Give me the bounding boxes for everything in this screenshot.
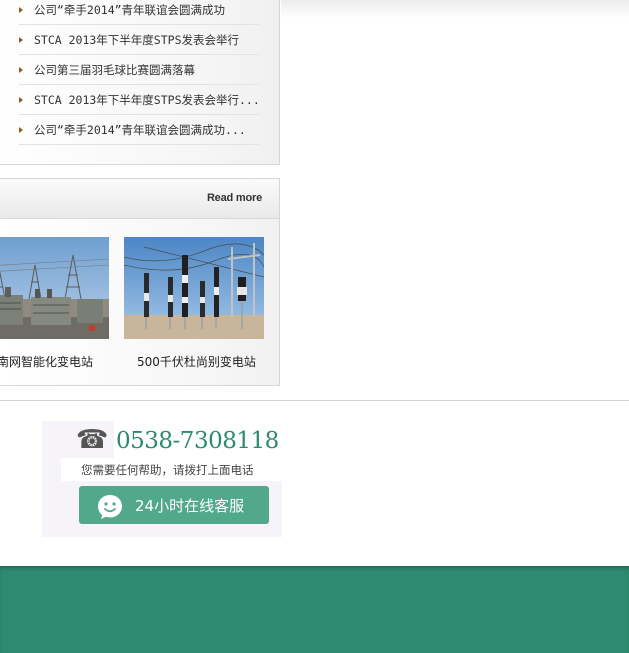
projects-box: Read more 南网智能化变电站 500千伏杜尚别变电站 xyxy=(0,178,280,386)
bullet-arrow-icon xyxy=(19,36,23,43)
help-row: 您需要任何帮助，请拨打上面电话 xyxy=(61,458,282,481)
project-caption[interactable]: 南网智能化变电站 xyxy=(0,353,93,370)
bullet-arrow-icon xyxy=(19,96,23,103)
news-item-title[interactable]: 公司“牵手2014”青年联谊会圆满成功 xyxy=(34,2,225,18)
footer xyxy=(0,566,629,653)
news-item[interactable]: 公司“牵手2014”青年联谊会圆满成功 xyxy=(19,0,259,25)
news-item-title[interactable]: 公司“牵手2014”青年联谊会圆满成功... xyxy=(34,122,246,138)
news-item-title[interactable]: STCA 2013年下半年度STPS发表会举行... xyxy=(34,92,259,108)
news-item[interactable]: STCA 2013年下半年度STPS发表会举行 xyxy=(19,25,259,55)
section-divider xyxy=(0,400,629,401)
online-service-button[interactable]: 24小时在线客服 xyxy=(79,486,269,524)
phone-icon: ☎ xyxy=(76,425,109,455)
substation-insulators-photo xyxy=(124,237,264,339)
help-text: 您需要任何帮助，请拨打上面电话 xyxy=(81,463,254,477)
news-box: 公司“牵手2014”青年联谊会圆满成功 STCA 2013年下半年度STPS发表… xyxy=(0,0,280,165)
bullet-arrow-icon xyxy=(19,126,23,133)
phone-number: 0538-7308118 xyxy=(116,428,279,454)
top-shadow xyxy=(281,0,629,18)
bullet-arrow-icon xyxy=(19,6,23,13)
news-item[interactable]: 公司“牵手2014”青年联谊会圆满成功... xyxy=(19,115,259,145)
bullet-arrow-icon xyxy=(19,66,23,73)
chat-smiley-icon xyxy=(97,494,123,524)
news-item-title[interactable]: 公司第三届羽毛球比赛圆满落幕 xyxy=(34,62,195,78)
read-more-link[interactable]: Read more xyxy=(207,192,262,204)
project-photo[interactable] xyxy=(124,237,264,339)
contact-widget: ☎ 0538-7308118 您需要任何帮助，请拨打上面电话 24小时在线客服 xyxy=(42,421,282,537)
news-item-title[interactable]: STCA 2013年下半年度STPS发表会举行 xyxy=(34,32,239,48)
projects-header: Read more xyxy=(0,179,279,219)
news-item[interactable]: 公司第三届羽毛球比赛圆满落幕 xyxy=(19,55,259,85)
news-item[interactable]: STCA 2013年下半年度STPS发表会举行... xyxy=(19,85,259,115)
online-service-label[interactable]: 24小时在线客服 xyxy=(135,495,244,516)
project-caption[interactable]: 500千伏杜尚别变电站 xyxy=(137,353,256,370)
substation-transformer-photo xyxy=(0,237,109,339)
project-photo[interactable] xyxy=(0,237,109,339)
